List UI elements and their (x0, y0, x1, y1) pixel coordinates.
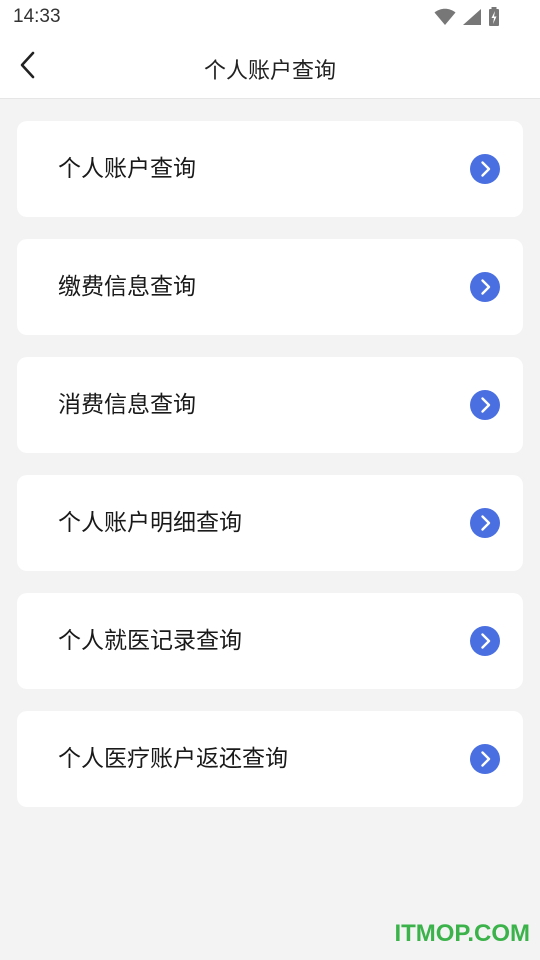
menu-item-personal-account-query[interactable]: 个人账户查询 (17, 121, 523, 217)
menu-item-payment-info-query[interactable]: 缴费信息查询 (17, 239, 523, 335)
watermark: ITMOP.COM (394, 920, 530, 947)
wifi-icon (434, 8, 456, 30)
chevron-right-circle-icon (470, 508, 500, 538)
status-time: 14:33 (13, 6, 61, 27)
status-bar: 14:33 (0, 0, 540, 36)
menu-item-medical-record-query[interactable]: 个人就医记录查询 (17, 593, 523, 689)
menu-item-label: 个人账户查询 (58, 156, 196, 182)
screen: 14:33 个人账户查询 个人账户查询 缴费信息查询 消费信息查询 个人账户明细… (0, 0, 540, 960)
menu-item-consumption-info-query[interactable]: 消费信息查询 (17, 357, 523, 453)
chevron-right-circle-icon (470, 154, 500, 184)
menu-item-label: 个人就医记录查询 (58, 628, 242, 654)
menu-item-account-detail-query[interactable]: 个人账户明细查询 (17, 475, 523, 571)
menu-item-label: 个人账户明细查询 (58, 510, 242, 536)
menu-item-label: 缴费信息查询 (58, 274, 196, 300)
chevron-right-circle-icon (470, 744, 500, 774)
nav-bar: 个人账户查询 (0, 36, 540, 99)
battery-charging-icon (488, 7, 500, 31)
menu-item-label: 消费信息查询 (58, 392, 196, 418)
chevron-right-circle-icon (470, 390, 500, 420)
menu-item-medical-account-refund-query[interactable]: 个人医疗账户返还查询 (17, 711, 523, 807)
chevron-right-circle-icon (470, 626, 500, 656)
signal-icon (462, 8, 482, 30)
status-icons (434, 7, 500, 31)
chevron-right-circle-icon (470, 272, 500, 302)
menu-item-label: 个人医疗账户返还查询 (58, 746, 288, 772)
query-menu-list: 个人账户查询 缴费信息查询 消费信息查询 个人账户明细查询 个人就医记录查询 个… (17, 121, 523, 829)
page-title: 个人账户查询 (203, 59, 336, 84)
